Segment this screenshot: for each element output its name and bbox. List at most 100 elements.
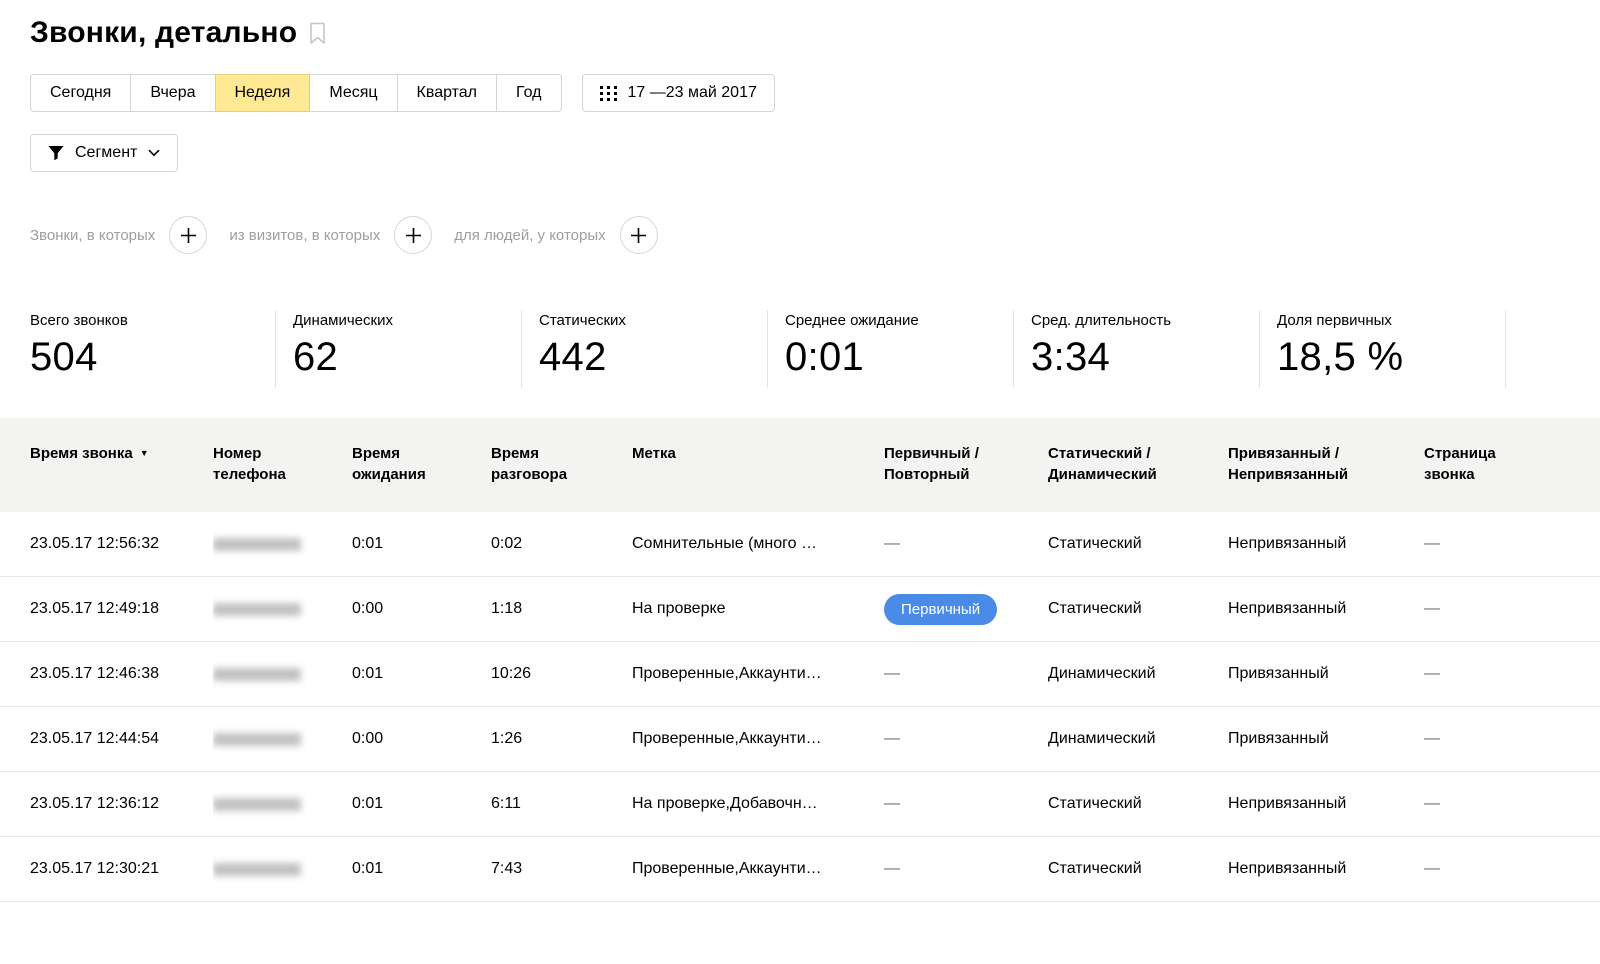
cell-static-dynamic-text: Статический [1048,860,1142,878]
plus-icon [406,228,421,243]
metric-value: 3:34 [1031,336,1249,378]
cell-bound-unbound: Непривязанный [1228,512,1424,576]
date-range-button[interactable]: 17 —23 май 2017 [582,74,775,112]
bookmark-icon[interactable] [309,22,326,45]
column-header-static-dynamic[interactable]: Статический / Динамический [1048,418,1228,512]
cell-wait-time: 0:00 [352,707,491,771]
segment-button-label: Сегмент [75,144,137,162]
column-header-wait-time[interactable]: Время ожидания [352,418,491,512]
filter-builder-row: Звонки, в которыхиз визитов, в которыхдл… [0,216,1600,254]
column-header-call-page[interactable]: Страница звонка [1424,418,1570,512]
cell-call-time: 23.05.17 12:36:12 [30,772,213,836]
table-header: Время звонка▼Номер телефонаВремя ожидани… [0,418,1600,512]
metric-label: Всего звонков [30,312,265,329]
period-tab-quarter[interactable]: Квартал [397,74,497,112]
column-header-label[interactable]: Метка [632,418,884,512]
cell-talk-time-text: 1:26 [491,730,522,748]
cell-static-dynamic: Статический [1048,512,1228,576]
cell-primary-repeat: Первичный [884,577,1048,641]
phone-number-redacted [213,603,301,616]
cell-primary-repeat-text: — [884,795,900,813]
cell-call-time-text: 23.05.17 12:56:32 [30,535,159,553]
table-row: 23.05.17 12:36:120:016:11На проверке,Доб… [0,772,1600,837]
cell-primary-repeat-text: — [884,535,900,553]
metric-value: 504 [30,336,265,378]
metric-label: Среднее ожидание [785,312,1003,329]
cell-wait-time-text: 0:01 [352,665,383,683]
cell-bound-unbound-text: Непривязанный [1228,535,1346,553]
column-header-talk-time[interactable]: Время разговора [491,418,632,512]
add-filter-button-visits[interactable] [394,216,432,254]
cell-talk-time: 0:02 [491,512,632,576]
period-tab-year[interactable]: Год [496,74,561,112]
cell-static-dynamic: Статический [1048,577,1228,641]
cell-call-time: 23.05.17 12:49:18 [30,577,213,641]
cell-label: Проверенные,Аккаунти… [632,642,884,706]
table-row: 23.05.17 12:44:540:001:26Проверенные,Акк… [0,707,1600,772]
metric-value: 442 [539,336,757,378]
column-header-call-time[interactable]: Время звонка▼ [30,418,213,512]
calls-table: Время звонка▼Номер телефонаВремя ожидани… [0,418,1600,902]
cell-call-time-text: 23.05.17 12:36:12 [30,795,159,813]
period-tab-today[interactable]: Сегодня [30,74,131,112]
cell-primary-repeat: — [884,772,1048,836]
plus-icon [631,228,646,243]
column-header-bound-unbound[interactable]: Привязанный / Непривязанный [1228,418,1424,512]
cell-talk-time: 1:18 [491,577,632,641]
metric-label: Сред. длительность [1031,312,1249,329]
cell-call-page: — [1424,642,1570,706]
cell-phone-number [213,707,352,771]
add-filter-button-people[interactable] [620,216,658,254]
table-row: 23.05.17 12:56:32 0:01 0:02Сомнительные (м… [0,512,1600,577]
period-tab-yesterday[interactable]: Вчера [130,74,215,112]
cell-wait-time: 0:01 [352,837,491,901]
cell-static-dynamic-text: Статический [1048,795,1142,813]
cell-call-page-text: — [1424,795,1440,813]
add-filter-button-calls[interactable] [169,216,207,254]
cell-call-page-text: — [1424,860,1440,878]
chevron-down-icon [148,149,160,157]
cell-call-time: 23.05.17 12:46:38 [30,642,213,706]
column-header-phone-number[interactable]: Номер телефона [213,418,352,512]
segment-button[interactable]: Сегмент [30,134,178,172]
cell-label: Проверенные,Аккаунти… [632,837,884,901]
column-header-primary-repeat[interactable]: Первичный / Повторный [884,418,1048,512]
cell-talk-time-text: 10:26 [491,665,531,683]
cell-talk-time-text: 1:18 [491,600,522,618]
cell-bound-unbound: Привязанный [1228,707,1424,771]
metric-label: Динамических [293,312,511,329]
cell-label-text: Сомнительные (много … [632,535,817,553]
cell-primary-repeat-text: — [884,730,900,748]
period-tab-week[interactable]: Неделя [215,74,311,112]
cell-label: Проверенные,Аккаунти… [632,707,884,771]
cell-wait-time-text: 0:00 [352,730,383,748]
page-header: Звонки, детально [0,16,1600,50]
cell-wait-time-text: 0:01 [352,535,383,553]
cell-label-text: Проверенные,Аккаунти… [632,860,822,878]
cell-bound-unbound: Непривязанный [1228,772,1424,836]
plus-icon [181,228,196,243]
cell-phone-number [213,837,352,901]
cell-phone-number [213,772,352,836]
cell-primary-repeat: — [884,837,1048,901]
phone-number-redacted [213,733,301,746]
cell-wait-time: 0:01 [352,512,491,576]
cell-phone-number [213,512,352,576]
cell-wait-time-text: 0:00 [352,600,383,618]
table-row: 23.05.17 12:49:18 0:00 1:18 На проверке Перв… [0,577,1600,642]
cell-label-text: На проверке [632,600,726,618]
page-title: Звонки, детально [30,16,297,50]
cell-call-time: 23.05.17 12:30:21 [30,837,213,901]
cell-call-page-text: — [1424,600,1440,618]
cell-static-dynamic-text: Статический [1048,535,1142,553]
cell-bound-unbound-text: Привязанный [1228,730,1329,748]
metric-value: 62 [293,336,511,378]
period-tab-month[interactable]: Месяц [309,74,397,112]
metric-label: Статических [539,312,757,329]
phone-number-redacted [213,798,301,811]
table-row: 23.05.17 12:30:210:017:43Проверенные,Акк… [0,837,1600,902]
segment-row: Сегмент [0,134,1600,172]
cell-static-dynamic-text: Статический [1048,600,1142,618]
cell-bound-unbound-text: Привязанный [1228,665,1329,683]
cell-talk-time-text: 6:11 [491,795,521,813]
